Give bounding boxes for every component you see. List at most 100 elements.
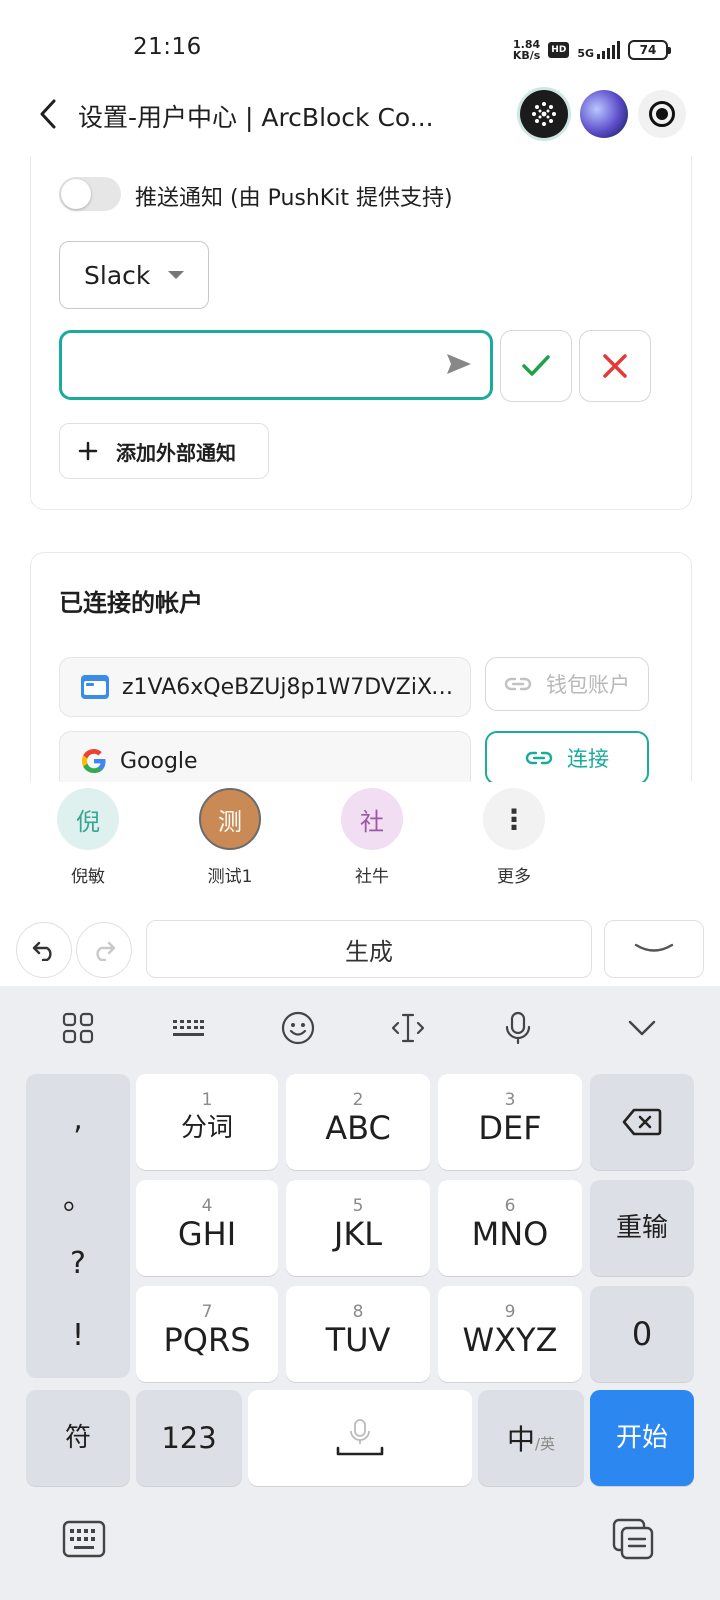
connected-accounts-card: 已连接的帐户 z1VA6xQeBZUj8p1W7DVZiXe... 钱包账户 G… bbox=[30, 552, 692, 782]
contact-name: 社牛 bbox=[355, 867, 389, 887]
record-button[interactable] bbox=[638, 90, 686, 138]
space-key[interactable] bbox=[248, 1390, 472, 1486]
chevron-left-icon bbox=[40, 99, 56, 129]
grid-icon bbox=[62, 1012, 94, 1044]
link-icon bbox=[525, 751, 553, 765]
keyboard-icon bbox=[173, 1020, 204, 1036]
clipboard-icon bbox=[612, 1518, 654, 1560]
connect-google-button[interactable]: 连接 bbox=[485, 731, 649, 782]
generate-button[interactable]: 生成 bbox=[146, 920, 592, 978]
status-icons: 1.84 KB/s HD 5G 74 bbox=[512, 36, 671, 64]
punct-question-key[interactable]: ? bbox=[26, 1246, 130, 1281]
number-mode-key[interactable]: 123 bbox=[136, 1390, 242, 1486]
key-5[interactable]: 5 JKL bbox=[286, 1180, 430, 1276]
keyboard-toolbar bbox=[0, 986, 720, 1068]
google-label: Google bbox=[120, 748, 198, 774]
hide-keyboard-button[interactable] bbox=[620, 1006, 664, 1050]
add-external-label: 添加外部通知 bbox=[116, 440, 236, 465]
keyboard-bottom-bar bbox=[0, 1480, 720, 1600]
caret-down-icon bbox=[168, 271, 184, 279]
wallet-icon bbox=[81, 675, 109, 699]
voice-input-button[interactable] bbox=[496, 1006, 540, 1050]
chevron-down-icon bbox=[628, 1020, 656, 1036]
key-7[interactable]: 7 PQRS bbox=[136, 1286, 278, 1382]
punct-comma-key[interactable]: , bbox=[26, 1102, 130, 1137]
page-title: 设置-用户中心 | ArcBlock Co... bbox=[78, 103, 434, 132]
microphone-icon bbox=[505, 1011, 531, 1045]
language-switch-key[interactable]: 中 /英 bbox=[478, 1390, 584, 1486]
settings-content[interactable]: 推送通知 (由 PushKit 提供支持) Slack 添加外部通知 已连接的帐… bbox=[0, 156, 720, 782]
switch-keyboard-button[interactable] bbox=[62, 1520, 106, 1562]
send-icon[interactable] bbox=[446, 353, 472, 379]
candidate-bar: 生成 bbox=[0, 900, 720, 986]
apps-grid-button[interactable] bbox=[56, 1006, 100, 1050]
contact-item[interactable]: 测 测试1 bbox=[190, 788, 270, 887]
emoji-button[interactable] bbox=[276, 1006, 320, 1050]
more-label: 更多 bbox=[497, 867, 531, 887]
section-title: 已连接的帐户 bbox=[59, 589, 203, 617]
webhook-input-wrapper bbox=[59, 330, 493, 400]
wallet-account-button[interactable]: 钱包账户 bbox=[485, 657, 649, 711]
start-key[interactable]: 开始 bbox=[590, 1390, 694, 1486]
key-6[interactable]: 6 MNO bbox=[438, 1180, 582, 1276]
google-account-field: Google bbox=[59, 731, 471, 782]
key-8[interactable]: 8 TUV bbox=[286, 1286, 430, 1382]
signal-group: 5G bbox=[577, 41, 620, 59]
link-icon bbox=[504, 677, 532, 691]
net-speed: 1.84 KB/s bbox=[512, 38, 541, 62]
key-1[interactable]: 1 分词 bbox=[136, 1074, 278, 1170]
contact-avatar: 倪 bbox=[57, 788, 119, 850]
wallet-button-label: 钱包账户 bbox=[546, 673, 630, 697]
user-avatar[interactable] bbox=[580, 90, 628, 138]
undo-icon bbox=[32, 941, 52, 961]
undo-button[interactable] bbox=[16, 922, 72, 978]
google-icon bbox=[82, 749, 106, 773]
notifications-card: 推送通知 (由 PushKit 提供支持) Slack 添加外部通知 bbox=[30, 156, 692, 510]
app-logo-icon[interactable] bbox=[520, 90, 568, 138]
collapse-candidates-button[interactable] bbox=[604, 920, 704, 978]
signal-icon bbox=[597, 41, 620, 59]
channel-select[interactable]: Slack bbox=[59, 241, 209, 309]
key-3[interactable]: 3 DEF bbox=[438, 1074, 582, 1170]
channel-select-value: Slack bbox=[84, 260, 151, 290]
key-2[interactable]: 2 ABC bbox=[286, 1074, 430, 1170]
battery-icon: 74 bbox=[628, 40, 671, 60]
cancel-button[interactable] bbox=[579, 330, 651, 402]
plus-icon bbox=[78, 441, 98, 461]
network-type: 5G bbox=[577, 47, 594, 60]
redo-icon bbox=[96, 941, 116, 961]
contact-item[interactable]: 社 社牛 bbox=[332, 788, 412, 887]
wallet-account-field: z1VA6xQeBZUj8p1W7DVZiXe... bbox=[59, 657, 471, 717]
backspace-icon bbox=[622, 1108, 662, 1136]
push-notification-toggle[interactable] bbox=[59, 177, 121, 211]
clipboard-button[interactable] bbox=[612, 1518, 656, 1564]
key-9[interactable]: 9 WXYZ bbox=[438, 1286, 582, 1382]
backspace-key[interactable] bbox=[590, 1074, 694, 1170]
wallet-address: z1VA6xQeBZUj8p1W7DVZiXe... bbox=[122, 674, 462, 700]
key-0[interactable]: 0 bbox=[590, 1286, 694, 1382]
more-contacts-button[interactable]: ⋮ 更多 bbox=[474, 788, 554, 887]
key-4[interactable]: 4 GHI bbox=[136, 1180, 278, 1276]
symbol-key[interactable]: 符 bbox=[26, 1390, 130, 1486]
chevron-down-icon bbox=[634, 943, 674, 952]
confirm-button[interactable] bbox=[500, 330, 572, 402]
cursor-move-button[interactable] bbox=[386, 1006, 430, 1050]
keyboard-layout-button[interactable] bbox=[166, 1006, 210, 1050]
punct-period-key[interactable]: 。 bbox=[26, 1174, 130, 1218]
reinput-key[interactable]: 重输 bbox=[590, 1180, 694, 1276]
contact-suggestions: 倪 倪敏 测 测试1 社 社牛 ⋮ 更多 bbox=[0, 782, 720, 894]
keyboard-switch-icon bbox=[62, 1520, 106, 1558]
more-icon: ⋮ bbox=[483, 788, 545, 850]
status-time: 21:16 bbox=[133, 34, 202, 60]
punctuation-column[interactable]: , 。 ? ! bbox=[26, 1074, 130, 1378]
record-icon bbox=[649, 101, 675, 127]
back-button[interactable] bbox=[30, 96, 66, 132]
redo-button[interactable] bbox=[76, 922, 132, 978]
contact-item[interactable]: 倪 倪敏 bbox=[48, 788, 128, 887]
punct-exclaim-key[interactable]: ! bbox=[26, 1318, 130, 1353]
contact-avatar: 测 bbox=[199, 788, 261, 850]
hd-badge: HD bbox=[548, 42, 570, 58]
add-external-notification-button[interactable]: 添加外部通知 bbox=[59, 423, 269, 479]
webhook-input[interactable] bbox=[62, 333, 422, 397]
space-microphone-icon bbox=[336, 1419, 384, 1456]
